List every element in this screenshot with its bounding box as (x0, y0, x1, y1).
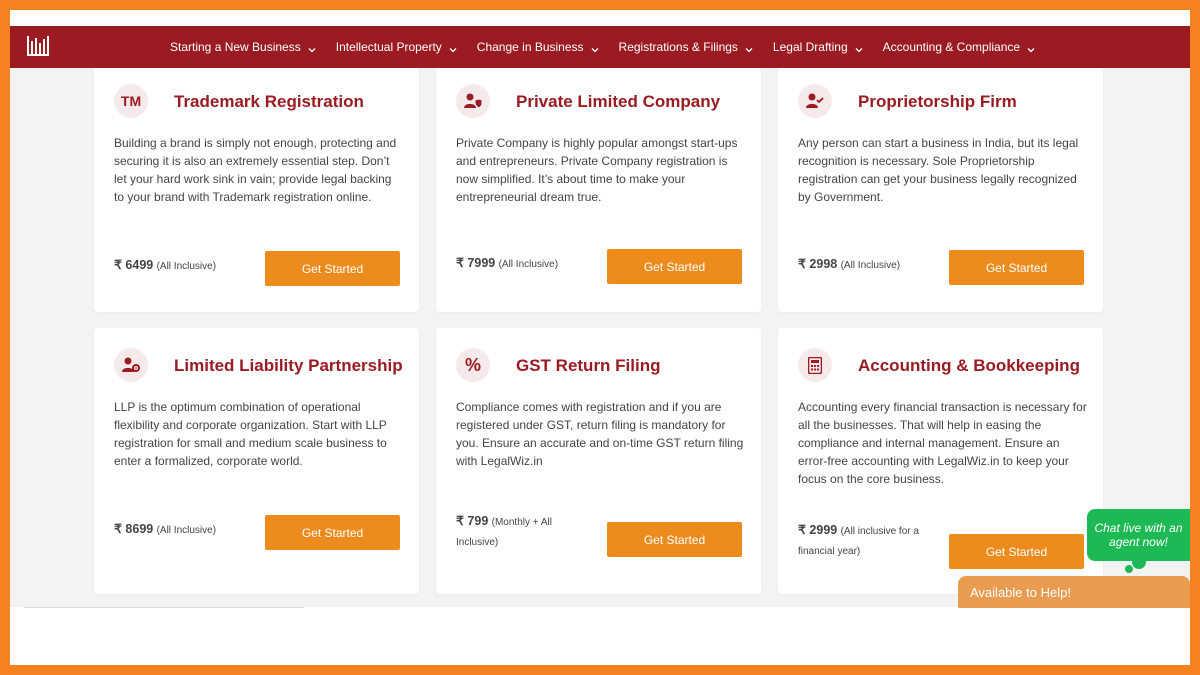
service-card-llp: Limited Liability Partnership LLP is the… (94, 328, 419, 594)
card-description: LLP is the optimum combination of operat… (114, 400, 387, 468)
service-card-gst-return: % GST Return Filing Compliance comes wit… (436, 328, 761, 594)
get-started-button[interactable]: Get Started (265, 251, 400, 286)
card-title: GST Return Filing (516, 356, 661, 375)
card-price: ₹ 8699 (All Inclusive) (114, 520, 264, 540)
user-check-icon (798, 84, 832, 118)
nav-item-label: Accounting & Compliance (882, 40, 1021, 54)
user-shield-icon (456, 84, 490, 118)
chevron-down-icon (591, 43, 599, 53)
price-note: (All Inclusive) (498, 259, 559, 270)
trademark-icon: TM (114, 84, 148, 118)
service-card-trademark: TM Trademark Registration Building a bra… (94, 68, 419, 312)
card-price: ₹ 7999 (All Inclusive) (456, 254, 606, 274)
chat-bubble-tail-small (1125, 565, 1133, 573)
get-started-button[interactable]: Get Started (607, 249, 742, 284)
card-description: Compliance comes with registration and i… (456, 400, 744, 468)
service-card-private-limited: Private Limited Company Private Company … (436, 68, 761, 312)
price-amount: ₹ 2998 (798, 257, 838, 271)
price-amount: ₹ 6499 (114, 258, 154, 272)
divider (24, 607, 304, 608)
nav-item-registrations-filings[interactable]: Registrations & Filings (619, 40, 753, 54)
price-note: (All Inclusive) (840, 260, 901, 271)
get-started-button[interactable]: Get Started (607, 522, 742, 557)
nav-item-label: Registrations & Filings (618, 40, 738, 54)
user-cog-icon (114, 348, 148, 382)
nav-menu: Starting a New Business Intellectual Pro… (170, 26, 1055, 68)
price-amount: ₹ 8699 (114, 522, 154, 536)
card-title: Trademark Registration (174, 92, 364, 111)
main-navbar: Starting a New Business Intellectual Pro… (10, 26, 1190, 68)
card-description: Any person can start a business in India… (798, 136, 1079, 204)
nav-item-legal-drafting[interactable]: Legal Drafting (773, 40, 863, 54)
price-note: (All Inclusive) (156, 525, 217, 536)
nav-item-label: Starting a New Business (170, 40, 301, 54)
service-card-accounting: Accounting & Bookkeeping Accounting ever… (778, 328, 1103, 594)
chat-bubble-tail (1132, 555, 1146, 569)
nav-item-starting-business[interactable]: Starting a New Business (170, 40, 316, 54)
card-price: ₹ 6499 (All Inclusive) (114, 256, 264, 276)
card-description: Accounting every financial transaction i… (798, 400, 1087, 486)
nav-item-accounting-compliance[interactable]: Accounting & Compliance (883, 40, 1035, 54)
page-frame: Starting a New Business Intellectual Pro… (10, 10, 1190, 665)
price-note: (All Inclusive) (156, 261, 217, 272)
nav-item-change-in-business[interactable]: Change in Business (477, 40, 599, 54)
service-card-proprietorship: Proprietorship Firm Any person can start… (778, 68, 1103, 312)
card-title: Limited Liability Partnership (174, 356, 403, 375)
card-description: Private Company is highly popular amongs… (456, 136, 738, 204)
price-amount: ₹ 7999 (456, 256, 496, 270)
price-amount: ₹ 799 (456, 514, 489, 528)
chevron-down-icon (1027, 43, 1035, 53)
nav-item-label: Legal Drafting (772, 40, 848, 54)
nav-item-label: Change in Business (476, 40, 584, 54)
chevron-down-icon (745, 43, 753, 53)
price-amount: ₹ 2999 (798, 523, 838, 537)
get-started-button[interactable]: Get Started (949, 250, 1084, 285)
legalwiz-logo-icon[interactable] (26, 34, 50, 58)
calculator-icon (798, 348, 832, 382)
get-started-button[interactable]: Get Started (265, 515, 400, 550)
chevron-down-icon (449, 43, 457, 53)
chat-live-bubble[interactable]: Chat live with an agent now! (1087, 509, 1190, 561)
top-strip (10, 10, 1190, 26)
card-price: ₹ 2999 (All inclusive for a financial ye… (798, 521, 938, 561)
available-to-help-tab[interactable]: Available to Help! (958, 576, 1190, 608)
get-started-button[interactable]: Get Started (949, 534, 1084, 569)
card-price: ₹ 2998 (All Inclusive) (798, 255, 948, 275)
chevron-down-icon (855, 43, 863, 53)
nav-item-intellectual-property[interactable]: Intellectual Property (336, 40, 457, 54)
card-price: ₹ 799 (Monthly + All Inclusive) (456, 512, 576, 552)
card-title: Accounting & Bookkeeping (858, 356, 1080, 375)
card-title: Private Limited Company (516, 92, 721, 111)
chevron-down-icon (308, 43, 316, 53)
card-title: Proprietorship Firm (858, 92, 1017, 111)
page-bottom-area (10, 607, 1190, 665)
card-description: Building a brand is simply not enough, p… (114, 136, 397, 204)
percent-icon: % (456, 348, 490, 382)
nav-item-label: Intellectual Property (335, 40, 442, 54)
